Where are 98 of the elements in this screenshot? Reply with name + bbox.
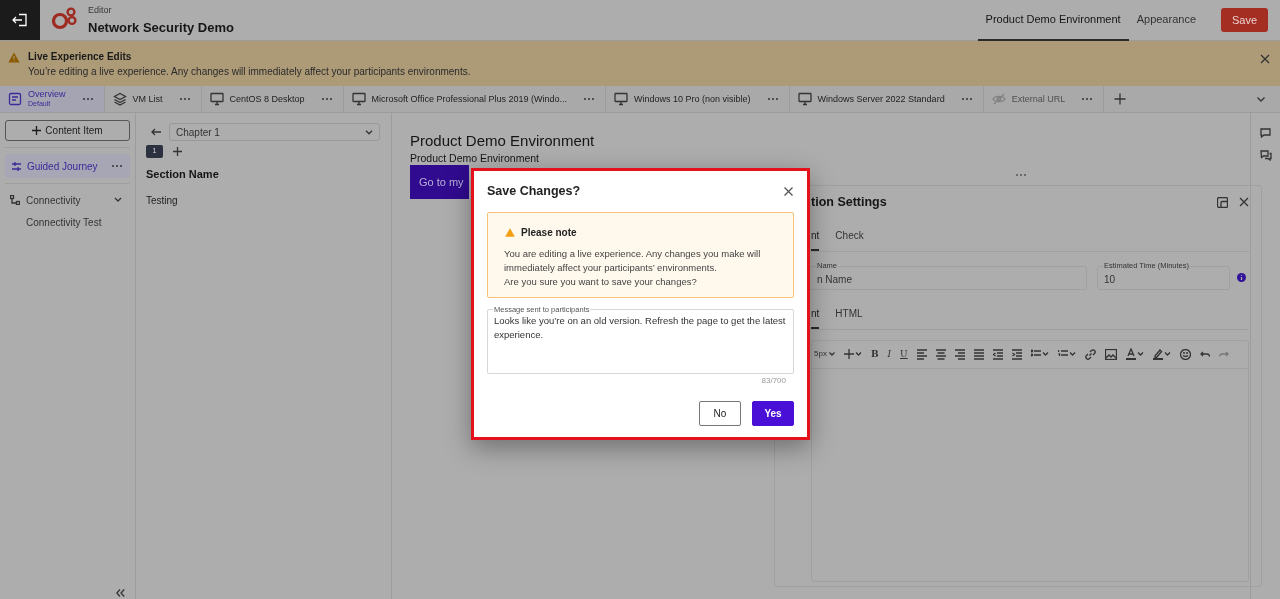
info-icon[interactable] (1237, 273, 1246, 283)
layers-icon (112, 92, 127, 106)
connection-icon (10, 195, 20, 205)
close-icon[interactable] (1260, 54, 1270, 64)
warning-icon (505, 227, 515, 237)
sidebar-label: Guided Journey (27, 159, 99, 174)
content-heading: Product Demo Environment (410, 132, 595, 150)
section-title: Section Name (146, 167, 220, 182)
format-button[interactable]: U (900, 347, 908, 361)
more-icon[interactable] (320, 97, 333, 101)
comment-icon[interactable] (1260, 128, 1271, 138)
text-color-icon[interactable] (1125, 348, 1144, 361)
vm-tab[interactable]: Windows 10 Pro (non visible) (606, 86, 790, 112)
font-size-select[interactable]: 5px (814, 348, 827, 361)
page-title: Network Security Demo (88, 18, 234, 36)
align-icon[interactable] (954, 348, 965, 360)
outdent-icon[interactable] (992, 348, 1003, 360)
panel-tab[interactable]: HTML (835, 305, 863, 329)
image-icon[interactable] (1104, 348, 1117, 360)
tab-label: CentOS 8 Desktop (229, 94, 305, 104)
emoji-icon[interactable] (1179, 348, 1191, 360)
drag-handle-icon[interactable] (1015, 173, 1027, 177)
content-subheading: Product Demo Environment (410, 152, 539, 165)
monitor-icon (351, 92, 366, 106)
confirm-button[interactable]: Yes (752, 400, 794, 426)
chapter-select[interactable]: Chapter 1 (169, 123, 380, 141)
format-button[interactable]: B (870, 347, 879, 361)
tab-label: VM List (132, 94, 163, 104)
layout-icon (8, 92, 22, 106)
link-button[interactable]: Go to my (410, 165, 469, 199)
panel-tab[interactable]: Check (835, 227, 864, 251)
highlight-icon[interactable] (1152, 348, 1171, 361)
collapse-icon[interactable] (116, 589, 125, 597)
close-icon[interactable] (1239, 197, 1249, 208)
align-icon[interactable] (916, 348, 927, 360)
tab-label: Microsoft Office Professional Plus 2019 (Windo... (371, 94, 567, 104)
header-tab[interactable]: Appearance (1128, 0, 1204, 41)
vm-tab[interactable]: VM List (104, 86, 202, 112)
eye-off-icon (991, 92, 1006, 106)
add-content-button[interactable]: Content Item (5, 120, 130, 141)
expand-icon[interactable] (1217, 196, 1228, 208)
warning-icon (8, 52, 20, 63)
note-title: Please note (521, 225, 577, 240)
tab-label: Overview (28, 89, 66, 99)
exit-icon (12, 13, 28, 27)
chevron-down-icon (828, 352, 835, 357)
note-message: You are editing a live experience. Any changes you make will immediately affect your participants’ environments. (504, 246, 762, 275)
vm-tab[interactable]: Microsoft Office Professional Plus 2019 (Windo... (343, 86, 606, 112)
more-icon[interactable] (1081, 97, 1094, 101)
save-button[interactable]: Save (1221, 8, 1268, 32)
chevron-down-icon[interactable] (114, 197, 122, 203)
more-icon[interactable] (766, 97, 779, 101)
close-icon[interactable] (784, 186, 793, 196)
format-button[interactable]: I (887, 347, 892, 361)
more-icon[interactable] (583, 97, 595, 101)
character-counter: 83/700 (761, 374, 786, 387)
exit-button[interactable] (0, 0, 40, 40)
tab-label: Windows 10 Pro (non visible) (634, 94, 751, 104)
tree-item[interactable]: Connectivity Test (5, 211, 130, 233)
monitor-icon (209, 92, 224, 106)
tree-label: Connectivity (26, 193, 82, 208)
align-icon[interactable] (973, 348, 984, 360)
align-icon[interactable] (935, 348, 946, 360)
vm-tab[interactable]: External URL (983, 86, 1105, 112)
vm-tab[interactable]: CentOS 8 Desktop (201, 86, 344, 112)
monitor-icon (614, 92, 628, 106)
page-subtitle: Editor (88, 4, 113, 16)
more-icon[interactable] (111, 164, 123, 168)
dialog-title: Save Changes? (487, 183, 582, 200)
chevron-down-icon (365, 129, 373, 135)
back-arrow-icon[interactable] (151, 128, 161, 136)
chat-icon[interactable] (1259, 150, 1272, 161)
tab-label: External URL (1011, 94, 1066, 104)
add-page-icon[interactable] (173, 147, 182, 156)
vm-tab[interactable]: Windows Server 2022 Standard (789, 86, 984, 112)
banner-message: You’re editing a live experience. Any changes will immediately affect your participants environments. (28, 66, 472, 78)
banner-title: Live Experience Edits (28, 51, 133, 63)
insert-icon[interactable] (843, 349, 862, 360)
chevron-down-icon[interactable] (1256, 96, 1266, 102)
monitor-icon (797, 92, 812, 106)
cancel-button[interactable]: No (699, 400, 741, 426)
rich-text-editor[interactable]: 5px B I U (811, 339, 1249, 582)
tree-item[interactable]: Connectivity (5, 189, 130, 211)
logo-icon (52, 6, 78, 30)
panel-title: tion Settings (811, 194, 888, 211)
tab-label: Windows Server 2022 Standard (817, 94, 945, 104)
sliders-icon (12, 161, 21, 171)
note-question: Are you sure you want to save your changes? (504, 274, 698, 289)
sidebar-item[interactable]: Guided Journey (5, 154, 130, 178)
more-icon[interactable] (178, 97, 191, 101)
link-icon[interactable] (1084, 348, 1096, 360)
section-text: Testing (146, 193, 179, 208)
undo-icon[interactable] (1199, 350, 1210, 358)
plus-icon (32, 126, 42, 135)
more-icon[interactable] (81, 97, 94, 101)
indent-icon[interactable] (1011, 348, 1022, 360)
more-icon[interactable] (960, 97, 973, 101)
add-tab-icon[interactable] (1114, 93, 1127, 105)
